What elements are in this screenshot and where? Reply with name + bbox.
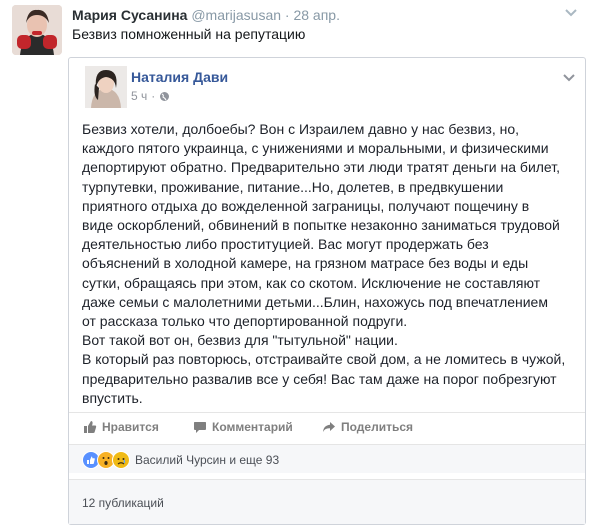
fb-post-time[interactable]: 5 ч [131,88,147,104]
fb-shares-count[interactable]: 12 публикаций [82,496,164,510]
fb-like-label: Нравится [102,420,159,434]
fb-share-label: Поделиться [341,420,414,434]
sad-reaction-icon [112,451,130,469]
fb-options-caret-icon[interactable] [563,70,575,82]
fb-author-avatar[interactable] [85,66,127,108]
fb-like-button[interactable]: Нравится [83,420,159,434]
reaction-icons [82,451,130,469]
fb-post-meta: 5 ч · [131,88,170,104]
fb-avatar-photo [85,66,127,108]
tweet-more-caret-icon[interactable] [564,6,578,20]
comment-bubble-icon [194,422,206,433]
fb-comment-button[interactable]: Комментарий [193,420,293,434]
share-arrow-icon [323,422,335,432]
tweet-date-separator: · [284,7,290,23]
fb-share-button[interactable]: Поделиться [322,420,413,434]
fb-author-name[interactable]: Наталия Дави [131,68,228,86]
tweet-author-avatar[interactable] [12,5,62,55]
tweet-author-handle[interactable]: @marijasusan [191,7,281,23]
thumbs-up-icon [84,421,97,433]
fb-reactions-bar[interactable]: Василий Чурсин и еще 93 [69,444,585,473]
fb-shares-bar: 12 публикаций [69,479,585,524]
fb-action-bar: Нравится Комментарий Поделиться [69,412,585,439]
tweet-text: Безвиз помноженный на репутацию [72,26,306,42]
facebook-post-card[interactable]: Наталия Дави 5 ч · Безвиз хотели, долбое… [68,57,586,525]
avatar-photo [12,5,62,55]
fb-comment-label: Комментарий [212,420,293,434]
fb-post-body: Безвиз хотели, долбоебы? Вон с Израилем … [82,121,566,406]
tweet-header: Мария Сусанина @marijasusan · 28 апр. [72,6,340,24]
globe-icon [160,91,170,101]
fb-reactions-summary[interactable]: Василий Чурсин и еще 93 [135,453,279,467]
tweet-author-name[interactable]: Мария Сусанина [72,7,187,23]
fb-meta-separator: · [151,89,156,103]
tweet-date[interactable]: 28 апр. [293,7,340,23]
